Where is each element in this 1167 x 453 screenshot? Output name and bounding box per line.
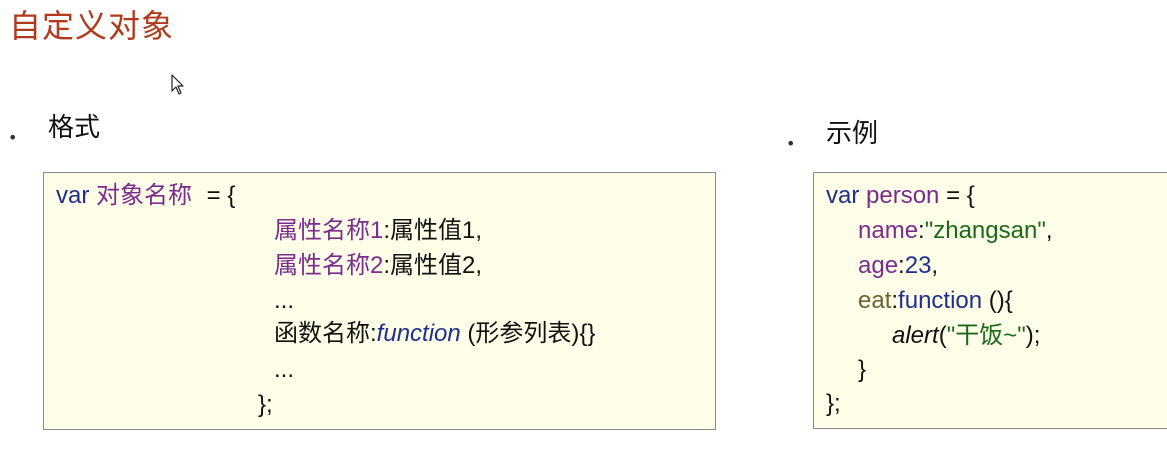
code-line: ... xyxy=(274,355,294,385)
bullet-example-label: 示例 xyxy=(826,119,879,149)
closing-brace: }; xyxy=(826,390,841,417)
function-params: (){ xyxy=(982,287,1013,314)
closing-brace: }; xyxy=(258,391,273,418)
code-line: }; xyxy=(826,389,841,419)
open-paren: ( xyxy=(938,322,947,349)
comma: , xyxy=(1045,217,1053,244)
code-line: name:"zhangsan", xyxy=(858,216,1053,246)
colon: : xyxy=(898,252,905,279)
code-line: 函数名称:function (形参列表){} xyxy=(274,319,595,349)
example-code-box: var person = { name:"zhangsan", age:23, … xyxy=(813,172,1167,429)
code-line: var 对象名称 = { xyxy=(56,181,235,211)
string-value: "干饭~" xyxy=(946,322,1026,349)
format-code-box: var 对象名称 = { 属性名称1:属性值1, 属性名称2:属性值2, ...… xyxy=(43,172,716,430)
code-line: age:23, xyxy=(858,251,938,281)
property-name: age xyxy=(858,252,899,279)
keyword-var: var xyxy=(826,182,860,209)
close-paren: ); xyxy=(1025,322,1041,349)
code-line: 属性名称2:属性值2, xyxy=(274,251,482,281)
code-line: eat:function (){ xyxy=(858,286,1013,316)
alert-call: alert xyxy=(892,322,939,349)
function-params: (形参列表){} xyxy=(460,320,596,347)
code-line: } xyxy=(858,355,866,385)
assign-brace: = { xyxy=(200,182,236,209)
bullet-format-label: 格式 xyxy=(48,113,101,143)
string-value: "zhangsan" xyxy=(924,217,1046,244)
function-name: 函数名称: xyxy=(274,320,377,347)
code-line: alert("干饭~"); xyxy=(892,321,1040,351)
ellipsis: ... xyxy=(274,356,295,383)
keyword-function: function xyxy=(376,320,461,347)
property-name: 属性名称2 xyxy=(274,252,384,279)
ellipsis: ... xyxy=(274,287,295,314)
code-line: 属性名称1:属性值1, xyxy=(274,216,482,246)
code-line: var person = { xyxy=(826,181,975,211)
object-name: person xyxy=(866,182,940,209)
comma: , xyxy=(931,252,939,279)
bullet-dot-icon: • xyxy=(786,134,796,153)
assign-brace: = { xyxy=(939,182,975,209)
property-value: :属性值2, xyxy=(383,252,483,279)
colon: : xyxy=(918,217,925,244)
property-name: name xyxy=(858,217,919,244)
property-value: :属性值1, xyxy=(383,217,483,244)
method-name: eat xyxy=(858,287,892,314)
code-line: ... xyxy=(274,286,294,316)
closing-brace: } xyxy=(858,356,867,383)
slide-title: 自定义对象 xyxy=(9,7,175,45)
bullet-dot-icon: • xyxy=(8,128,18,147)
object-name: 对象名称 xyxy=(96,182,193,209)
mouse-cursor-icon xyxy=(171,74,184,95)
property-name: 属性名称1 xyxy=(274,217,384,244)
code-line: }; xyxy=(258,390,273,420)
number-value: 23 xyxy=(904,252,932,279)
keyword-function: function xyxy=(898,287,983,314)
keyword-var: var xyxy=(56,182,90,209)
